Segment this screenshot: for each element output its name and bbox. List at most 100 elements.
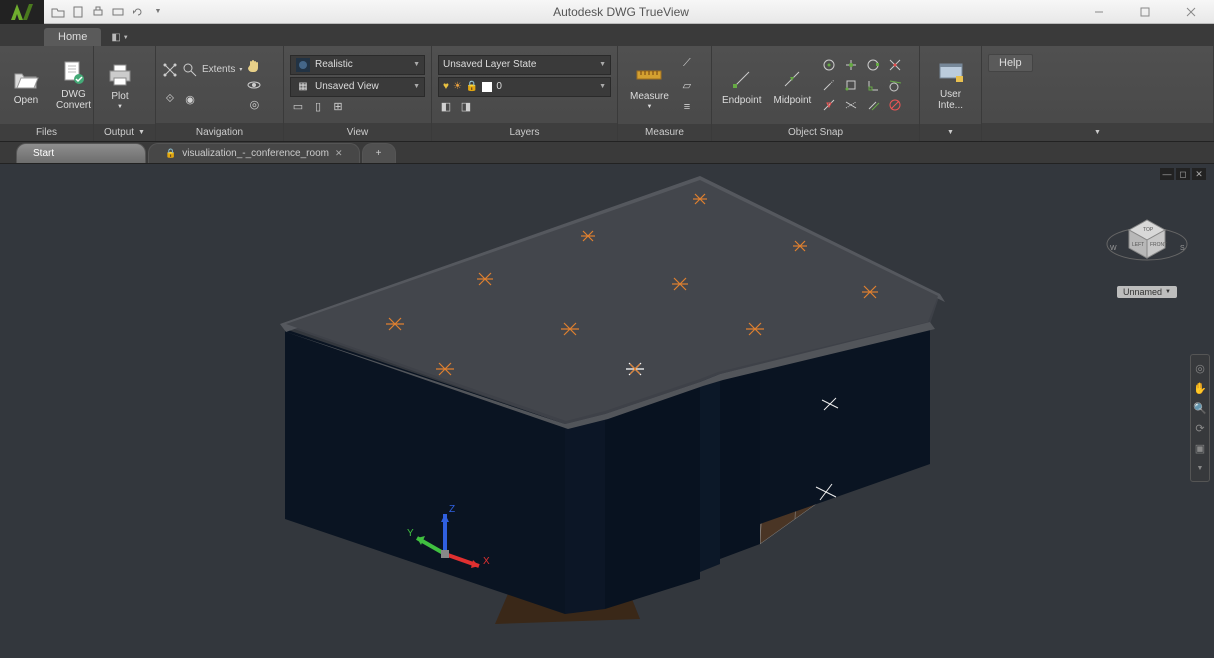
layer-name-value: 0 (496, 81, 502, 92)
view-tool-1-icon[interactable]: ▭ (290, 99, 306, 115)
view-tool-3-icon[interactable]: ⊞ (330, 99, 346, 115)
layer-tool-1-icon[interactable]: ◧ (438, 99, 454, 115)
osnap-node-icon[interactable] (841, 56, 861, 74)
orbit-icon-small[interactable]: ◉ (182, 92, 198, 108)
osnap-extension-icon[interactable] (819, 76, 839, 94)
viewport[interactable]: — ◻ ✕ W S TOP LEFT FRONT Unnamed▼ ◎ ✋ 🔍 … (0, 164, 1214, 658)
nav-wheel-icon[interactable]: ◎ (246, 97, 262, 113)
osnap-none-icon[interactable] (885, 96, 905, 114)
view-icon: ▦ (295, 79, 311, 95)
pan-hand-icon[interactable] (246, 57, 262, 73)
osnap-parallel-icon[interactable] (863, 96, 883, 114)
panel-output: Plot ▼ Output▼ (94, 46, 156, 141)
measure-list-icon[interactable]: ≡ (679, 99, 695, 115)
measure-distance-icon[interactable]: ⟋ (679, 55, 695, 71)
open-label: Open (14, 95, 38, 106)
osnap-tangent-icon[interactable] (885, 76, 905, 94)
user-interface-button[interactable]: User Inte... (926, 50, 975, 120)
panel-view: Realistic ▼ ▦Unsaved View ▼ ▭ ▯ ⊞ View (284, 46, 432, 141)
maximize-button[interactable] (1122, 0, 1168, 24)
zoom-extents-icon[interactable] (162, 62, 178, 78)
orbit-icon[interactable] (246, 77, 262, 93)
midpoint-button[interactable]: Midpoint (769, 50, 815, 120)
qat-undo-icon[interactable] (130, 4, 146, 20)
ribbon: Open DWG Convert Files Plot ▼ Output▼ (0, 46, 1214, 142)
osnap-insertion-icon[interactable] (841, 76, 861, 94)
osnap-grid (819, 56, 905, 114)
zoom-window-icon[interactable] (182, 62, 198, 78)
osnap-center-icon[interactable] (819, 56, 839, 74)
panel-ui-arrow[interactable]: ▼ (920, 124, 981, 141)
panel-layers-title: Layers (432, 123, 617, 141)
svg-text:X: X (483, 556, 490, 567)
layer-state-value: Unsaved Layer State (443, 59, 536, 70)
window-title: Autodesk DWG TrueView (166, 5, 1076, 19)
panel-files: Open DWG Convert Files (0, 46, 94, 141)
osnap-perpendicular-icon[interactable] (863, 76, 883, 94)
midpoint-icon (778, 65, 806, 93)
title-bar: ▼ Autodesk DWG TrueView (0, 0, 1214, 24)
panel-output-title[interactable]: Output▼ (94, 124, 155, 141)
panel-measure: Measure ▼ ⟋ ▱ ≡ Measure (618, 46, 712, 141)
qat-print-icon[interactable] (90, 4, 106, 20)
svg-text:Y: Y (407, 528, 414, 539)
sun-icon: ☀ (453, 81, 462, 92)
window-controls (1076, 0, 1214, 24)
visual-style-value: Realistic (315, 59, 353, 70)
panel-osnap-title: Object Snap (712, 124, 919, 141)
help-button[interactable]: Help (988, 54, 1033, 72)
saved-view-value: Unsaved View (315, 81, 379, 92)
osnap-intersection-icon[interactable] (885, 56, 905, 74)
panel-layers: Unsaved Layer State ▼ ♥ ☀ 🔒 0 ▼ ◧ ◨ (432, 46, 618, 141)
user-interface-label: User Inte... (932, 89, 969, 111)
start-tab[interactable]: Start (16, 143, 146, 163)
dwg-convert-button[interactable]: DWG Convert (50, 50, 97, 120)
panel-help-arrow[interactable]: ▼ (982, 123, 1213, 141)
qat-dropdown-icon[interactable]: ▼ (150, 4, 166, 20)
new-tab-button[interactable]: + (362, 143, 396, 163)
ribbon-minimize-icon[interactable]: ◧ ▼ (111, 32, 128, 46)
view-tool-2-icon[interactable]: ▯ (310, 99, 326, 115)
measure-button[interactable]: Measure ▼ (624, 50, 675, 120)
visual-style-dropdown[interactable]: Realistic ▼ (290, 55, 425, 75)
close-tab-icon[interactable]: ✕ (335, 148, 343, 159)
quick-access-toolbar: ▼ (50, 4, 166, 20)
lightbulb-icon: ♥ (443, 81, 449, 92)
measure-label: Measure (630, 91, 669, 102)
extents-label[interactable]: Extents (202, 64, 235, 75)
osnap-apparent-icon[interactable] (841, 96, 861, 114)
ribbon-tab-row: Home ◧ ▼ (0, 24, 1214, 46)
layer-dropdown[interactable]: ♥ ☀ 🔒 0 ▼ (438, 77, 611, 97)
printer-icon (106, 61, 134, 89)
qat-new-icon[interactable] (70, 4, 86, 20)
endpoint-label: Endpoint (722, 95, 761, 106)
panel-help: Help ▼ (982, 46, 1214, 141)
layer-state-dropdown[interactable]: Unsaved Layer State ▼ (438, 55, 611, 75)
panel-navigation: Extents ▾ ⟐ ◉ ◎ Navigation (156, 46, 284, 141)
layer-tool-2-icon[interactable]: ◨ (458, 99, 474, 115)
qat-plot-icon[interactable] (110, 4, 126, 20)
open-button[interactable]: Open (6, 50, 46, 120)
saved-view-dropdown[interactable]: ▦Unsaved View ▼ (290, 77, 425, 97)
measure-area-icon[interactable]: ▱ (679, 77, 695, 93)
endpoint-button[interactable]: Endpoint (718, 50, 765, 120)
lock-icon: 🔒 (466, 81, 478, 92)
plot-button[interactable]: Plot ▼ (100, 50, 140, 120)
file-tab-label: visualization_-_conference_room (182, 148, 329, 159)
dwg-convert-label: DWG Convert (56, 89, 91, 111)
close-button[interactable] (1168, 0, 1214, 24)
visual-style-icon (295, 57, 311, 73)
minimize-button[interactable] (1076, 0, 1122, 24)
panel-object-snap: Endpoint Midpoint Object Snap (712, 46, 920, 141)
osnap-nearest-icon[interactable] (819, 96, 839, 114)
pan-icon-small[interactable]: ⟐ (162, 92, 178, 108)
panel-files-title: Files (0, 124, 93, 141)
qat-open-icon[interactable] (50, 4, 66, 20)
panel-measure-title: Measure (618, 124, 711, 141)
tab-home[interactable]: Home (44, 28, 101, 46)
open-folder-icon (12, 65, 40, 93)
ruler-icon (635, 61, 663, 89)
file-tab[interactable]: 🔒 visualization_-_conference_room ✕ (148, 143, 360, 163)
app-menu-button[interactable] (0, 0, 44, 24)
osnap-quadrant-icon[interactable] (863, 56, 883, 74)
